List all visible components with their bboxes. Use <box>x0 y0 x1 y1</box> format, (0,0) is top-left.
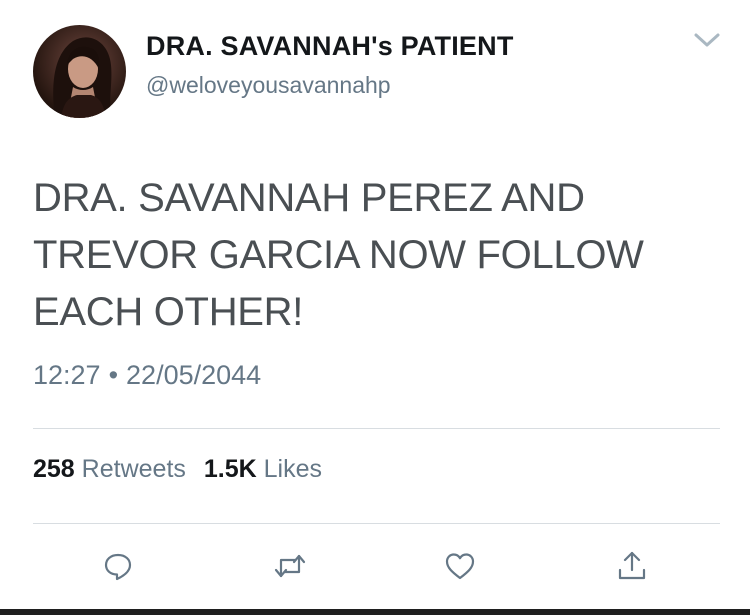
reply-button[interactable] <box>100 548 136 584</box>
tweet-date: 22/05/2044 <box>126 360 262 390</box>
retweets-count: 258 <box>33 455 75 483</box>
avatar[interactable] <box>33 25 126 118</box>
tweet-timestamp: 12:27 • 22/05/2044 <box>33 360 261 391</box>
user-handle[interactable]: @weloveyousavannahp <box>146 72 391 99</box>
tweet-time: 12:27 <box>33 360 101 390</box>
divider <box>33 523 720 524</box>
share-button[interactable] <box>614 548 650 584</box>
tweet-text: DRA. SAVANNAH PEREZ AND TREVOR GARCIA NO… <box>33 176 644 334</box>
retweet-icon <box>274 554 306 578</box>
chevron-down-icon[interactable] <box>692 30 722 50</box>
display-name[interactable]: DRA. SAVANNAH's PATIENT <box>146 31 514 62</box>
tweet-stats: 258 Retweets 1.5K Likes <box>33 455 322 484</box>
retweets-label: Retweets <box>81 455 186 483</box>
likes-count: 1.5K <box>203 455 257 483</box>
bottom-edge <box>0 609 750 615</box>
likes-stat[interactable]: 1.5K Likes <box>204 455 322 483</box>
share-icon <box>618 551 646 580</box>
avatar-photo <box>53 37 113 118</box>
like-button[interactable] <box>442 548 478 584</box>
likes-label: Likes <box>263 455 323 483</box>
meta-separator: • <box>108 360 119 390</box>
tweet-actions <box>0 548 750 588</box>
divider <box>33 428 720 429</box>
reply-icon <box>104 553 132 581</box>
retweet-button[interactable] <box>272 548 308 584</box>
retweets-stat[interactable]: 258 Retweets <box>33 455 186 483</box>
like-icon <box>445 553 475 580</box>
